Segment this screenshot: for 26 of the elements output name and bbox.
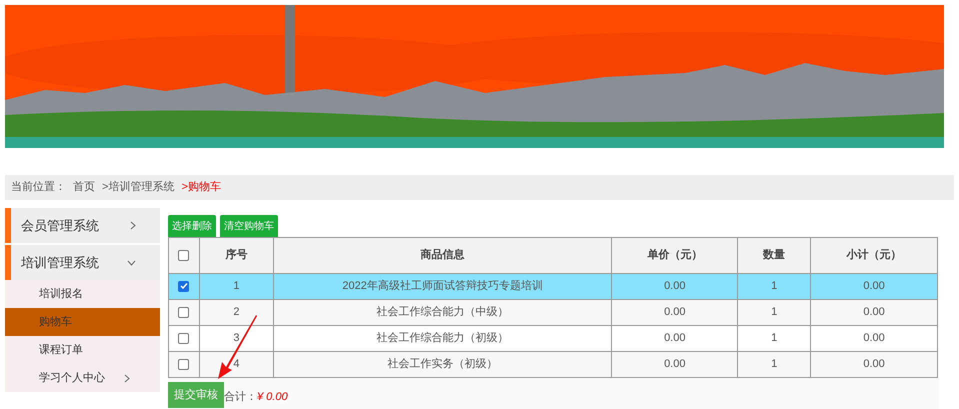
- checkbox[interactable]: [178, 332, 190, 344]
- breadcrumb-link[interactable]: 首页: [73, 179, 95, 196]
- sidebar-subitem[interactable]: 课程订单: [5, 336, 160, 364]
- breadcrumb-link[interactable]: >购物车: [181, 179, 221, 196]
- menu-label: 购物车: [39, 314, 72, 330]
- checkbox[interactable]: [178, 358, 190, 370]
- chevron-down-icon: [127, 260, 136, 266]
- chevron-right-icon: [130, 221, 136, 230]
- sidebar-subitem[interactable]: 学习个人中心: [5, 364, 160, 392]
- menu-label: 课程订单: [39, 342, 83, 358]
- breadcrumb-link[interactable]: >培训管理系统: [102, 179, 174, 196]
- breadcrumb-label: 当前位置：: [11, 180, 66, 196]
- sidebar-menu-item[interactable]: 会员管理系统: [5, 208, 160, 243]
- checkbox[interactable]: [178, 306, 190, 318]
- sidebar-menu-item[interactable]: 培训管理系统: [5, 245, 160, 280]
- menu-label: 学习个人中心: [39, 370, 105, 386]
- sidebar-subitem[interactable]: 培训报名: [5, 280, 160, 308]
- menu-label: 培训管理系统: [21, 254, 99, 272]
- menu-label: 会员管理系统: [21, 216, 99, 235]
- chevron-right-icon: [124, 374, 130, 382]
- checkbox[interactable]: [178, 280, 190, 292]
- menu-label: 培训报名: [39, 286, 83, 302]
- checkbox[interactable]: [178, 250, 190, 261]
- column-header: 商品信息: [273, 238, 612, 274]
- total-label: 合计：: [224, 390, 257, 405]
- total-amount: ¥ 0.00: [257, 390, 288, 405]
